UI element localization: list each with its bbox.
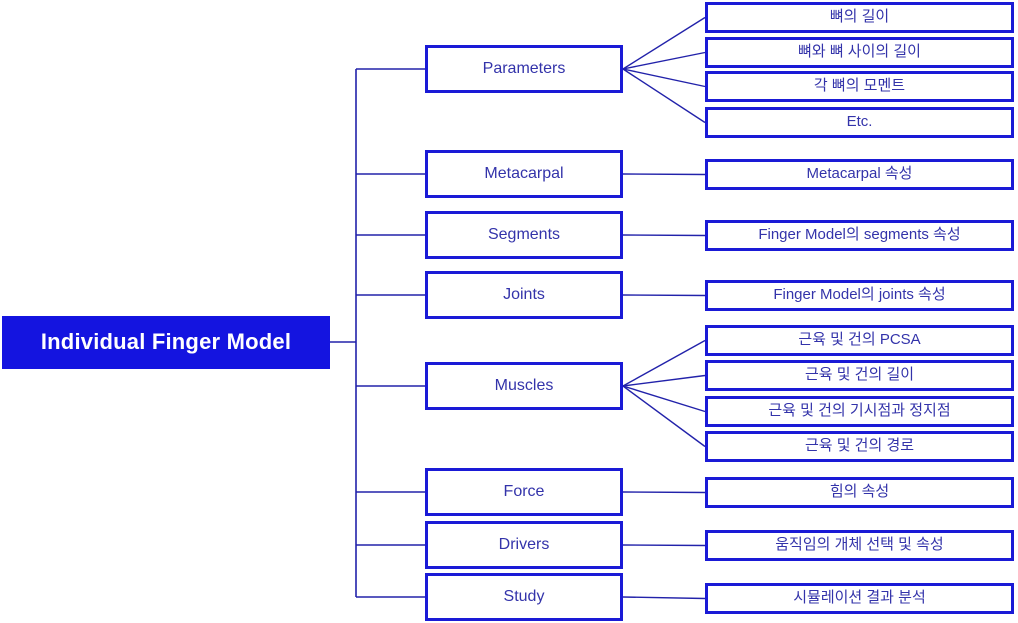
branch-node-drivers[interactable]: Drivers	[425, 521, 623, 569]
root-node-label: Individual Finger Model	[40, 329, 292, 355]
leaf-node-pcsa[interactable]: 근육 및 건의 PCSA	[705, 325, 1014, 356]
leaf-node-node-label: 뼈의 길이	[829, 8, 890, 26]
branch-node-joints-label: Joints	[503, 286, 545, 304]
leaf-line-joints-0	[622, 294, 706, 297]
leaf-node-pcsa-label: 근육 및 건의 PCSA	[798, 331, 921, 349]
leaf-line-parameters-3	[622, 68, 706, 124]
branch-node-segments[interactable]: Segments	[425, 211, 623, 259]
branch-node-force-label: Force	[503, 483, 545, 501]
leaf-line-study-0	[622, 596, 706, 600]
branch-node-metacarpal[interactable]: Metacarpal	[425, 150, 623, 198]
branch-node-metacarpal-label: Metacarpal	[484, 165, 564, 183]
leaf-line-metacarpal-0	[622, 173, 706, 176]
leaf-node-etc-label: Etc.	[846, 113, 873, 131]
branch-node-force[interactable]: Force	[425, 468, 623, 516]
branch-node-drivers-label: Drivers	[498, 536, 550, 554]
branch-node-muscles[interactable]: Muscles	[425, 362, 623, 410]
branch-node-study[interactable]: Study	[425, 573, 623, 621]
branch-node-segments-label: Segments	[487, 226, 561, 244]
leaf-node-node[interactable]: 움직임의 개체 선택 및 속성	[705, 530, 1014, 561]
leaf-node-node-label: 움직임의 개체 선택 및 속성	[775, 536, 944, 554]
branch-node-parameters[interactable]: Parameters	[425, 45, 623, 93]
root-node[interactable]: Individual Finger Model	[2, 316, 330, 369]
leaf-line-parameters-0	[622, 16, 706, 70]
leaf-node-finger-model-joints[interactable]: Finger Model의 joints 속성	[705, 280, 1014, 311]
leaf-line-force-0	[622, 491, 706, 494]
leaf-node-metacarpal-label: Metacarpal 속성	[806, 165, 913, 183]
branch-node-parameters-label: Parameters	[482, 60, 566, 78]
leaf-node-metacarpal[interactable]: Metacarpal 속성	[705, 159, 1014, 190]
leaf-node-node-label: 힘의 속성	[829, 483, 890, 501]
leaf-node-node[interactable]: 근육 및 건의 경로	[705, 431, 1014, 462]
leaf-line-muscles-2	[622, 385, 706, 413]
leaf-node-etc[interactable]: Etc.	[705, 107, 1014, 138]
leaf-node-node-label: 시뮬레이션 결과 분석	[793, 589, 926, 607]
leaf-node-node-label: 뼈와 뼈 사이의 길이	[798, 43, 921, 61]
branch-node-muscles-label: Muscles	[494, 377, 554, 395]
leaf-node-node-label: 각 뼈의 모멘트	[813, 77, 906, 95]
diagram-canvas: Individual Finger Model Parameters 뼈의 길이뼈와…	[0, 0, 1018, 623]
branch-node-joints[interactable]: Joints	[425, 271, 623, 319]
leaf-node-node[interactable]: 근육 및 건의 길이	[705, 360, 1014, 391]
leaf-node-node[interactable]: 각 뼈의 모멘트	[705, 71, 1014, 102]
leaf-node-node[interactable]: 힘의 속성	[705, 477, 1014, 508]
branch-node-study-label: Study	[503, 588, 545, 606]
leaf-line-drivers-0	[622, 544, 706, 547]
leaf-line-parameters-1	[622, 51, 706, 70]
leaf-node-node-label: 근육 및 건의 경로	[804, 437, 915, 455]
leaf-node-finger-model-segments-label: Finger Model의 segments 속성	[758, 226, 961, 244]
leaf-node-node[interactable]: 뼈와 뼈 사이의 길이	[705, 37, 1014, 68]
leaf-node-node-label: 근육 및 건의 기시점과 정지점	[768, 402, 951, 420]
leaf-node-node-label: 근육 및 건의 길이	[804, 366, 915, 384]
leaf-node-node[interactable]: 시뮬레이션 결과 분석	[705, 583, 1014, 614]
leaf-node-node[interactable]: 근육 및 건의 기시점과 정지점	[705, 396, 1014, 427]
leaf-node-node[interactable]: 뼈의 길이	[705, 2, 1014, 33]
leaf-line-muscles-3	[622, 385, 706, 448]
leaf-line-parameters-2	[622, 68, 706, 88]
leaf-line-segments-0	[622, 234, 706, 237]
leaf-node-finger-model-segments[interactable]: Finger Model의 segments 속성	[705, 220, 1014, 251]
leaf-line-muscles-1	[622, 374, 706, 387]
leaf-line-muscles-0	[622, 339, 706, 387]
leaf-node-finger-model-joints-label: Finger Model의 joints 속성	[773, 286, 946, 304]
